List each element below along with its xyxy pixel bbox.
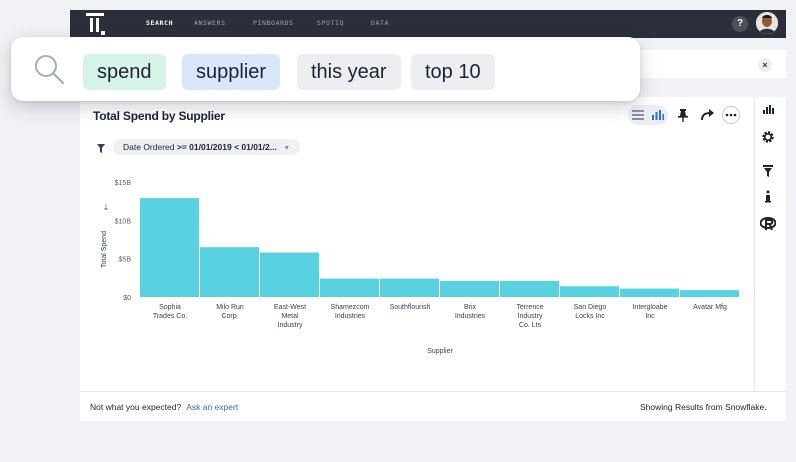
y-tick-label: $15B [115,180,132,187]
x-tick-label: Corp. [221,313,238,320]
x-tick-label: East-West [274,304,306,311]
avatar[interactable] [756,12,778,34]
settings-button[interactable] [760,129,776,145]
filters-panel-button[interactable] [760,163,776,179]
x-tick-label: Intergloabe [632,304,667,311]
x-tick-label: Southflourish [390,304,431,311]
help-button[interactable]: ? [732,16,748,32]
clear-search-button[interactable]: × [758,58,772,72]
filter-icon[interactable] [97,144,105,153]
bar [320,278,379,297]
x-tick-label: Inc [645,313,655,320]
search-token[interactable]: top 10 [411,54,495,90]
x-tick-label: Locks Inc [575,313,605,320]
x-tick-label: Trades Co. [153,313,187,320]
bar [440,280,499,297]
bar-chart-icon [652,110,664,120]
table-icon [632,110,644,120]
chart-type-button[interactable] [760,101,776,117]
top-nav: SEARCH ANSWERS PINBOARDS SPOTIQ DATA ? [70,10,786,38]
nav-spotiq[interactable]: SPOTIQ [317,19,344,27]
filter-value: >= 01/01/2019 < 01/01/2... [176,142,277,152]
search-token[interactable]: supplier [182,54,281,90]
nav-search[interactable]: SEARCH [146,19,173,27]
r-logo-icon [760,217,776,231]
x-tick-label: San Diego [574,304,607,311]
filter-icon [763,165,773,177]
nav-pinboards[interactable]: PINBOARDS [253,19,294,27]
bar-chart: $0 $5B $10B $15B Total Spend ↓ Sophia Trades Co… [101,180,739,355]
search-bar[interactable]: spend supplier this year top 10 [11,37,640,101]
chart-view-button[interactable] [648,105,668,125]
x-tick-label: Shamezcom [331,304,370,311]
more-button[interactable] [722,106,740,124]
nav-answers[interactable]: ANSWERS [194,19,226,27]
x-tick-label: Industry [278,322,303,329]
x-tick-label: Co. Lts [519,322,542,329]
r-analysis-button[interactable] [760,216,776,232]
share-button[interactable] [698,105,718,125]
x-tick-label: Metal [281,313,299,320]
x-tick-label: Avatar Mfg [693,304,727,311]
sort-arrow-icon: ↓ [103,203,110,212]
gear-icon [762,131,774,143]
bar [560,286,619,297]
y-tick-label: $0 [123,295,131,302]
x-tick-label: Sophia [159,304,181,311]
card-footer-divider [80,391,786,392]
bar-chart-icon [762,104,774,114]
y-tick-label: $10B [115,218,132,225]
share-arrow-icon [701,109,714,121]
thoughtspot-logo[interactable] [86,13,106,37]
bar [620,288,679,297]
bar [500,280,559,297]
bar [200,247,259,297]
bar [380,278,439,297]
bar [260,252,319,297]
y-tick-label: $5B [119,257,132,264]
info-button[interactable] [760,188,776,204]
search-token[interactable]: this year [297,54,401,90]
info-icon [765,190,771,203]
x-tick-label: Milo Run [216,304,244,311]
y-axis-title: Total Spend [101,231,108,268]
ask-expert-link[interactable]: Ask an expert [186,402,238,412]
pin-icon [678,108,688,122]
bar [140,198,199,297]
chevron-down-icon: ▼ [283,145,291,152]
data-source-text: Showing Results from Snowflake. [640,402,767,412]
chart-title: Total Spend by Supplier [93,109,225,123]
pin-button[interactable] [673,105,693,125]
nav-data[interactable]: DATA [371,19,389,27]
ellipsis-icon [725,113,737,117]
user-avatar-icon [756,12,778,34]
feedback-prompt: Not what you expected? [90,402,182,412]
search-token[interactable]: spend [83,54,166,90]
filter-chip[interactable]: Date Ordered >= 01/01/2019 < 01/01/2... … [113,139,301,155]
x-tick-label: Industries [455,313,486,320]
feedback-text: Not what you expected? Ask an expert [90,402,238,412]
bar [680,290,739,297]
search-icon [35,55,65,85]
x-tick-label: Industries [335,313,366,320]
filter-label: Date Ordered [123,142,175,152]
side-rail-divider [754,97,755,391]
table-view-button[interactable] [628,105,648,125]
x-axis-title: Supplier [427,348,453,355]
x-tick-label: Terrence [516,304,543,311]
x-tick-label: Brix [464,304,477,311]
answer-card: Total Spend by Supplier Date Ordered >= … [80,97,786,421]
x-tick-label: Industry [518,313,543,320]
